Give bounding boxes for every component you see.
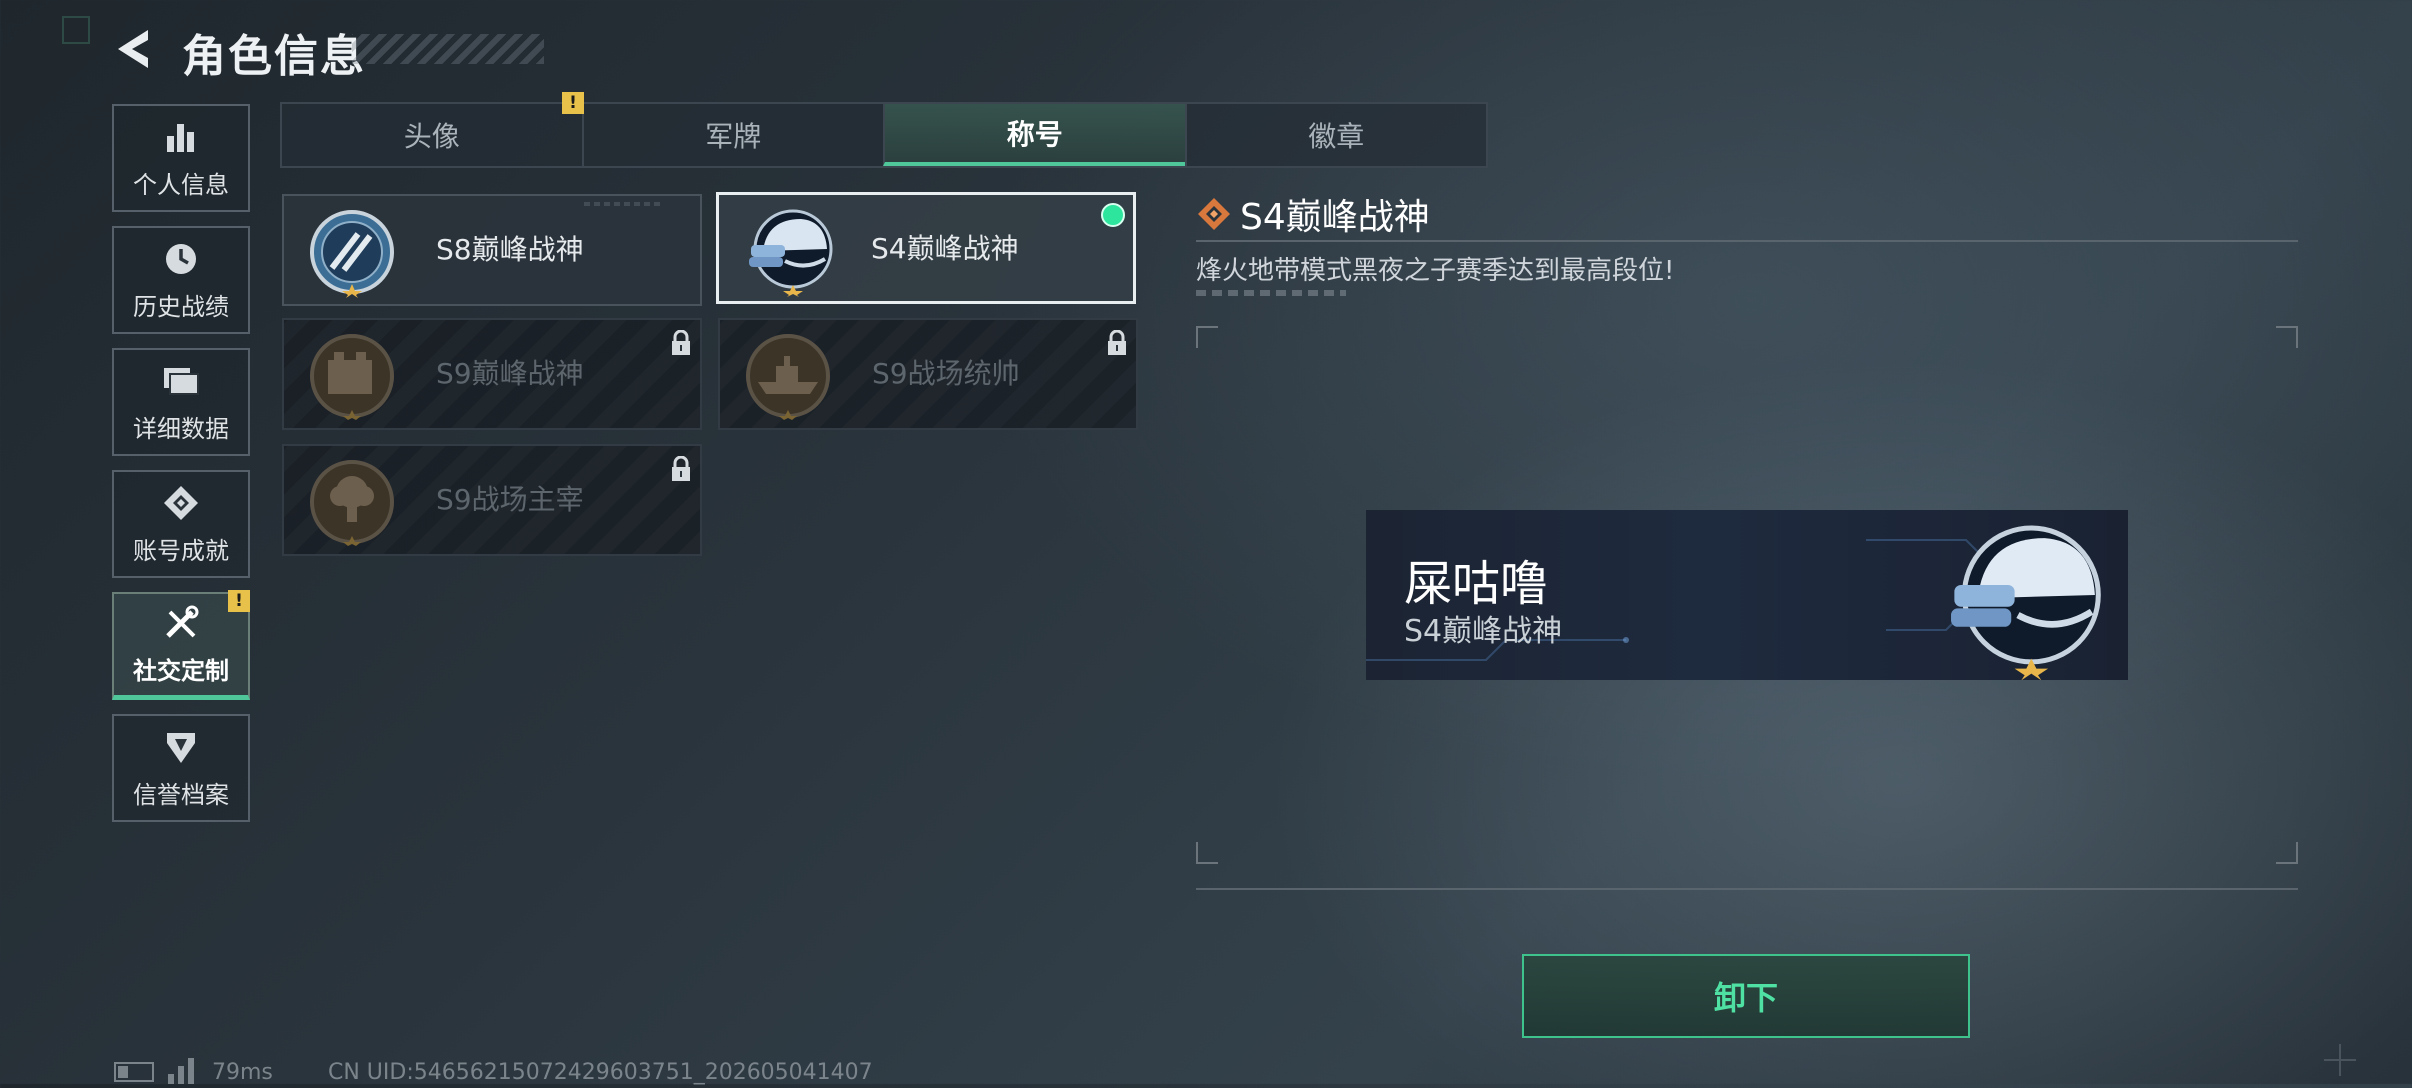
title-name: S9战场主宰 bbox=[436, 483, 584, 516]
detail-description: 烽火地带模式黑夜之子赛季达到最高段位! bbox=[1196, 256, 1675, 286]
corner-frame bbox=[62, 16, 90, 44]
s9-explosion-emblem-icon bbox=[306, 456, 398, 548]
tab-label: 头像 bbox=[403, 120, 460, 153]
ping-text: 79ms bbox=[212, 1060, 273, 1085]
folder-icon bbox=[161, 361, 201, 401]
s9-fortress-emblem-icon bbox=[306, 330, 398, 422]
title-name: S8巅峰战神 bbox=[436, 233, 584, 266]
title-card-s4-peak-god[interactable]: S4巅峰战神 bbox=[716, 192, 1136, 304]
sidebar-item-history[interactable]: 历史战绩 bbox=[112, 226, 250, 334]
sidebar-item-label: 社交定制 bbox=[133, 657, 229, 685]
back-button[interactable] bbox=[112, 26, 158, 72]
sidebar-item-detailed-data[interactable]: 详细数据 bbox=[112, 348, 250, 456]
plus-icon bbox=[2320, 1040, 2360, 1080]
s4-helmet-emblem-icon bbox=[1944, 518, 2112, 680]
tab-label: 称号 bbox=[1006, 118, 1063, 151]
tab-avatar[interactable]: 头像 bbox=[282, 104, 582, 166]
preview-frame-corner bbox=[1196, 326, 1218, 348]
preview-frame-corner bbox=[2276, 842, 2298, 864]
card-decoration bbox=[584, 202, 664, 206]
signal-icon bbox=[166, 1054, 202, 1084]
battery-icon bbox=[114, 1062, 154, 1082]
tab-title[interactable]: 称号 bbox=[883, 104, 1185, 166]
diamond-icon bbox=[1196, 196, 1232, 232]
sidebar-item-credit-record[interactable]: 信誉档案 bbox=[112, 714, 250, 822]
title-card-s9-battlefield-dominator[interactable]: S9战场主宰 bbox=[282, 444, 702, 556]
sidebar-item-personal-info[interactable]: 个人信息 bbox=[112, 104, 250, 212]
lock-icon bbox=[670, 455, 692, 482]
title-name: S9巅峰战神 bbox=[436, 357, 584, 390]
preview-player-name: 屎咕噜 bbox=[1404, 556, 1549, 612]
divider bbox=[1196, 888, 2298, 890]
sidebar-item-label: 详细数据 bbox=[133, 414, 229, 443]
tab-dog-tag[interactable]: 军牌 bbox=[581, 104, 884, 166]
sidebar-item-label: 账号成就 bbox=[133, 536, 229, 565]
preview-title: S4巅峰战神 bbox=[1404, 614, 1563, 649]
lock-icon bbox=[1106, 329, 1128, 356]
detail-decoration bbox=[1196, 290, 1346, 296]
clock-icon bbox=[161, 239, 201, 279]
category-tab-bar: 头像 军牌 称号 徽章 bbox=[280, 102, 1488, 168]
tab-label: 徽章 bbox=[1308, 120, 1365, 153]
title-card-s9-peak-god[interactable]: S9巅峰战神 bbox=[282, 318, 702, 430]
sidebar-item-label: 个人信息 bbox=[133, 170, 229, 199]
uid-text: CN UID:54656215072429603751_202605041407 bbox=[328, 1060, 873, 1085]
unequip-button[interactable]: 卸下 bbox=[1522, 954, 1970, 1038]
tab-badge[interactable]: 徽章 bbox=[1184, 104, 1487, 166]
tab-label: 军牌 bbox=[705, 120, 762, 153]
page-title: 角色信息 bbox=[182, 31, 366, 82]
warning-badge: ! bbox=[562, 92, 584, 114]
warning-badge: ! bbox=[228, 590, 250, 612]
s4-helmet-emblem-icon bbox=[741, 205, 833, 297]
preview-frame-corner bbox=[1196, 842, 1218, 864]
preview-frame-corner bbox=[2276, 326, 2298, 348]
title-name: S9战场统帅 bbox=[872, 357, 1020, 390]
unequip-label: 卸下 bbox=[1713, 979, 1778, 1017]
sidebar-item-label: 信誉档案 bbox=[133, 780, 229, 809]
achievement-icon bbox=[161, 483, 201, 523]
title-card-s9-battlefield-marshal[interactable]: S9战场统帅 bbox=[718, 318, 1138, 430]
sidebar-item-achievements[interactable]: 账号成就 bbox=[112, 470, 250, 578]
equipped-indicator bbox=[1101, 203, 1125, 227]
title-card-s8-peak-god[interactable]: S8巅峰战神 bbox=[282, 194, 702, 306]
s9-ship-emblem-icon bbox=[742, 330, 834, 422]
lock-icon bbox=[670, 329, 692, 356]
title-decoration bbox=[352, 34, 544, 64]
tools-icon bbox=[161, 603, 201, 643]
bar-chart-icon bbox=[161, 117, 201, 157]
back-arrow-icon bbox=[118, 30, 148, 68]
detail-title: S4巅峰战神 bbox=[1240, 197, 1430, 238]
title-name: S4巅峰战神 bbox=[871, 232, 1019, 265]
shield-icon bbox=[161, 727, 201, 767]
divider bbox=[1196, 240, 2298, 242]
sidebar-item-label: 历史战绩 bbox=[133, 292, 229, 321]
title-preview-banner: 屎咕噜 S4巅峰战神 bbox=[1366, 510, 2128, 680]
s8-emblem-icon bbox=[306, 206, 398, 298]
